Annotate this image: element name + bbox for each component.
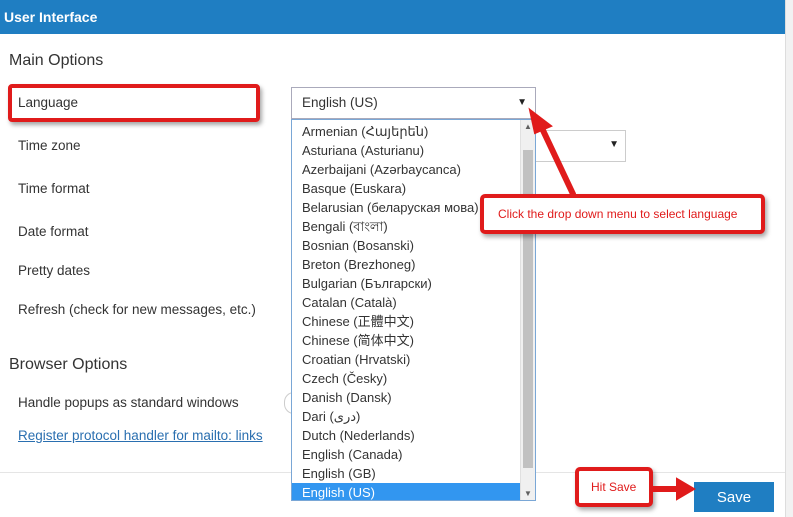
dropdown-callout: Click the drop down menu to select langu… — [480, 194, 765, 234]
save-callout: Hit Save — [575, 467, 653, 507]
language-option[interactable]: Armenian (Հայերեն) — [292, 122, 520, 141]
language-highlight-box — [8, 84, 260, 122]
language-option[interactable]: Croatian (Hrvatski) — [292, 350, 520, 369]
date-format-label: Date format — [18, 224, 89, 239]
language-option[interactable]: Chinese (正體中文) — [292, 312, 520, 331]
handle-popups-label: Handle popups as standard windows — [18, 395, 239, 410]
language-option[interactable]: Catalan (Català) — [292, 293, 520, 312]
language-select[interactable]: English (US) ▼ — [291, 87, 536, 119]
scroll-down-icon[interactable]: ▼ — [524, 489, 532, 498]
main-options-heading: Main Options — [9, 52, 104, 69]
window-title: User Interface — [0, 0, 785, 34]
footer-divider — [0, 472, 291, 473]
language-option[interactable]: Dutch (Nederlands) — [292, 426, 520, 445]
caret-down-icon: ▼ — [609, 139, 619, 150]
save-button[interactable]: Save — [694, 482, 774, 512]
language-option[interactable]: Dari (دری) — [292, 407, 520, 426]
pretty-dates-label: Pretty dates — [18, 263, 91, 278]
dropdown-scrollbar[interactable]: ▲ ▼ — [520, 120, 535, 500]
language-dropdown-list[interactable]: Armenian (Հայերեն) Asturiana (Asturianu) A… — [291, 119, 536, 501]
time-zone-label: Time zone — [18, 138, 81, 153]
scroll-edge — [785, 0, 793, 517]
language-option[interactable]: English (Canada) — [292, 445, 520, 464]
language-option[interactable]: Chinese (简体中文) — [292, 331, 520, 350]
language-option[interactable]: Azerbaijani (Azərbaycanca) — [292, 160, 520, 179]
language-option[interactable]: Asturiana (Asturianu) — [292, 141, 520, 160]
save-callout-text: Hit Save — [591, 480, 637, 494]
time-zone-select[interactable]: ▼ — [536, 130, 626, 162]
language-select-value: English (US) — [302, 95, 378, 110]
language-option[interactable]: English (US) — [292, 483, 520, 500]
language-option[interactable]: Breton (Brezhoneg) — [292, 255, 520, 274]
register-protocol-link[interactable]: Register protocol handler for mailto: li… — [18, 428, 263, 443]
language-option[interactable]: Danish (Dansk) — [292, 388, 520, 407]
language-option[interactable]: Czech (Česky) — [292, 369, 520, 388]
language-option[interactable]: Bosnian (Bosanski) — [292, 236, 520, 255]
scroll-up-icon[interactable]: ▲ — [524, 122, 532, 131]
caret-down-icon: ▼ — [517, 97, 527, 108]
arrow-to-save — [649, 477, 696, 501]
time-format-label: Time format — [18, 181, 90, 196]
dropdown-callout-text: Click the drop down menu to select langu… — [498, 207, 738, 221]
browser-options-heading: Browser Options — [9, 356, 128, 373]
footer-divider — [536, 472, 785, 473]
language-option[interactable]: English (GB) — [292, 464, 520, 483]
refresh-label: Refresh (check for new messages, etc.) — [18, 302, 256, 317]
language-option[interactable]: Bulgarian (Български) — [292, 274, 520, 293]
